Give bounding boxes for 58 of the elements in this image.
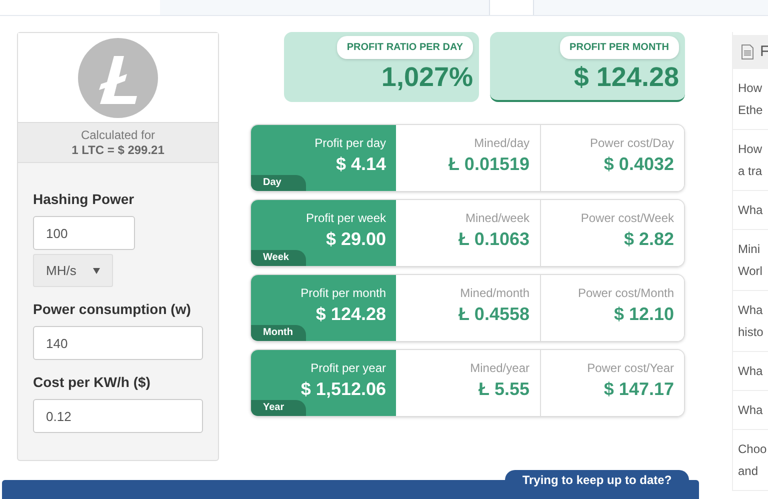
litecoin-logo-icon	[78, 38, 158, 118]
mined-label: Mined/month	[460, 285, 530, 301]
mined-value: Ł 0.4558	[458, 303, 530, 326]
period-tag: Week	[251, 250, 306, 266]
article-link[interactable]: a tra	[738, 160, 762, 182]
input-field[interactable]: 140	[33, 326, 203, 360]
period-tag: Year	[251, 400, 306, 416]
article-link[interactable]: Mini	[738, 238, 760, 260]
calculated-label: Calculated for	[80, 128, 156, 142]
profit-label: Profit per week	[306, 210, 386, 226]
mined-label: Mined/year	[470, 360, 530, 376]
article-link[interactable]: How	[738, 77, 762, 99]
article-link[interactable]: histo	[738, 321, 764, 343]
active-tab[interactable]	[489, 0, 534, 15]
input-field[interactable]: 100	[33, 216, 135, 250]
mined-label: Mined/week	[465, 210, 530, 226]
profit-value: $ 4.14	[336, 153, 386, 176]
article-link[interactable]: Wha	[738, 299, 763, 321]
caret-icon	[93, 268, 100, 274]
article-link[interactable]: Wha	[738, 360, 763, 382]
profit-label: Profit per day	[314, 135, 386, 151]
mined-label: Mined/day	[474, 135, 530, 151]
cost-label: Power cost/Month	[578, 285, 674, 301]
summary-label: PROFIT RATIO PER DAY	[336, 36, 473, 59]
cost-label: Power cost/Year	[587, 360, 674, 376]
mined-value: Ł 0.01519	[448, 153, 530, 176]
period-tag: Month	[251, 325, 306, 341]
summary-value: $ 124.28	[574, 61, 679, 93]
article-link[interactable]: Worl	[738, 260, 762, 282]
article-link[interactable]: Wha	[738, 399, 763, 421]
field-label: Cost per KW/h ($)	[33, 373, 152, 392]
article-link[interactable]: Ethe	[738, 99, 763, 121]
profit-label: Profit per year	[310, 360, 386, 376]
period-tag: Day	[251, 175, 306, 191]
cost-value: $ 147.17	[604, 378, 674, 401]
cost-label: Power cost/Day	[590, 135, 674, 151]
summary-value: 1,027%	[381, 61, 473, 93]
field-label: Power consumption (w)	[33, 300, 192, 319]
unit-select[interactable]: MH/s	[33, 254, 113, 287]
exchange-rate: 1 LTC = $ 299.21	[72, 142, 164, 158]
profit-value: $ 29.00	[326, 228, 386, 251]
cost-value: $ 0.4032	[604, 153, 674, 176]
article-link[interactable]: Wha	[738, 199, 763, 221]
profit-label: Profit per month	[300, 285, 386, 301]
mined-value: Ł 5.55	[478, 378, 530, 401]
profit-value: $ 124.28	[316, 303, 386, 326]
article-link[interactable]: Choo	[738, 438, 767, 460]
mined-value: Ł 0.1063	[458, 228, 530, 251]
summary-label: PROFIT PER MONTH	[560, 36, 679, 59]
profit-value: $ 1,512.06	[300, 378, 386, 401]
input-field[interactable]: 0.12	[33, 399, 203, 433]
field-label: Hashing Power	[33, 190, 136, 209]
cost-value: $ 2.82	[624, 228, 674, 251]
cost-value: $ 12.10	[614, 303, 674, 326]
document-icon	[741, 44, 754, 60]
cost-label: Power cost/Week	[580, 210, 674, 226]
article-link[interactable]: How	[738, 138, 762, 160]
article-link[interactable]: and	[738, 460, 758, 482]
